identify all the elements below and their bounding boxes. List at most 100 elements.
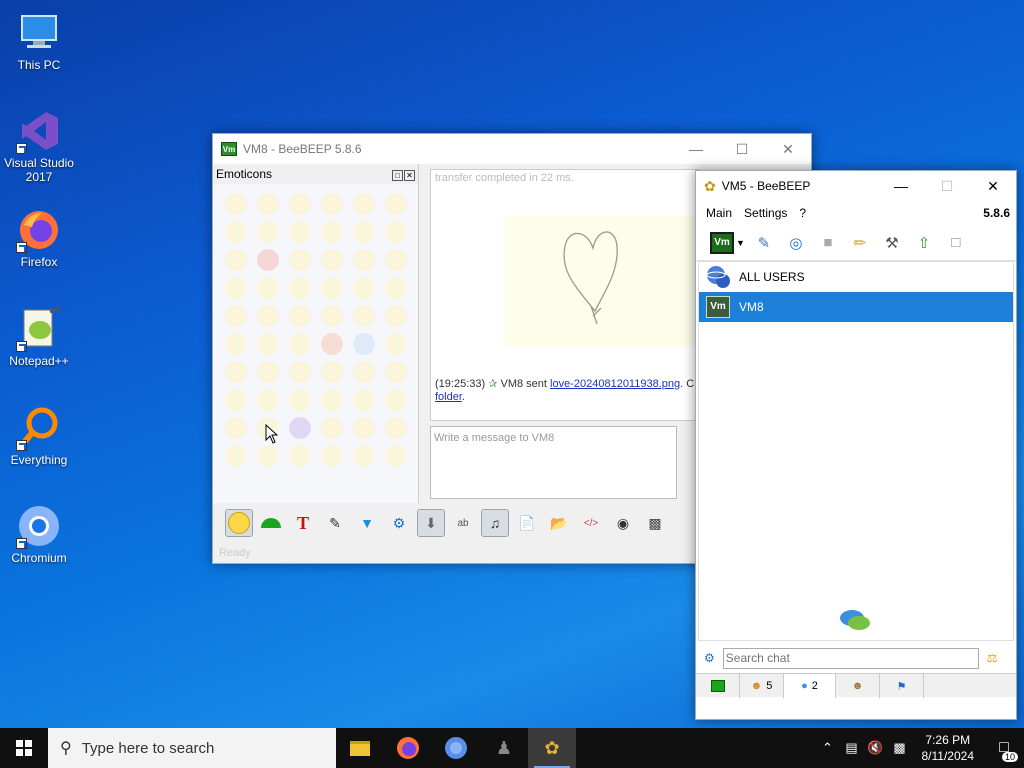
emoticon[interactable] xyxy=(385,445,407,467)
desktop-icon-this-pc[interactable]: This PC xyxy=(2,10,76,72)
network-button[interactable]: ◎ xyxy=(783,230,809,256)
emoticon[interactable] xyxy=(257,193,279,215)
tab-home[interactable] xyxy=(696,674,740,698)
emoticon[interactable] xyxy=(257,277,279,299)
emoticons-button[interactable] xyxy=(225,509,253,537)
language-icon[interactable]: ▩ xyxy=(888,740,912,756)
emoticon[interactable] xyxy=(289,277,311,299)
emoticon[interactable] xyxy=(289,249,311,271)
emoticon[interactable] xyxy=(353,249,375,271)
close-button[interactable]: ✕ xyxy=(970,171,1016,201)
message-input[interactable]: Write a message to VM8 xyxy=(430,426,677,499)
emoticon[interactable] xyxy=(257,445,279,467)
maximize-button[interactable]: ☐ xyxy=(924,171,970,201)
emoticon[interactable] xyxy=(321,361,343,383)
pen-button[interactable]: ✎ xyxy=(321,509,349,537)
emoticon[interactable] xyxy=(225,193,247,215)
emoticon[interactable] xyxy=(225,417,247,439)
emoticon[interactable] xyxy=(225,333,247,355)
more-button[interactable]: ▩ xyxy=(641,509,669,537)
taskbar-chromium[interactable] xyxy=(432,728,480,768)
folder-link[interactable]: folder xyxy=(435,391,462,403)
notifications-button[interactable]: □ 10 xyxy=(984,728,1024,768)
minimize-button[interactable]: — xyxy=(878,171,924,201)
emoticon[interactable] xyxy=(321,277,343,299)
emoticon[interactable] xyxy=(321,333,343,355)
save-button[interactable]: ⬇ xyxy=(417,509,445,537)
emoticon[interactable] xyxy=(385,305,407,327)
emoticon[interactable] xyxy=(225,361,247,383)
emoticon[interactable] xyxy=(289,305,311,327)
emoticon[interactable] xyxy=(225,249,247,271)
volume-muted-icon[interactable]: 🔇 xyxy=(864,740,888,756)
search-options-icon[interactable]: ⚙ xyxy=(704,651,715,665)
chevron-down-icon[interactable]: ▼ xyxy=(736,238,745,248)
taskbar-firefox[interactable] xyxy=(384,728,432,768)
emoticon[interactable] xyxy=(385,277,407,299)
desktop-icon-notepadpp[interactable]: Notepad++ xyxy=(2,306,76,368)
main-window-titlebar[interactable]: ✿ VM5 - BeeBEEP — ☐ ✕ xyxy=(696,171,1016,201)
emoticon[interactable] xyxy=(225,445,247,467)
tab-flags[interactable]: ⚑ xyxy=(880,674,924,698)
tools-button[interactable]: ⚒ xyxy=(879,230,905,256)
emoticon[interactable] xyxy=(289,445,311,467)
emoticon[interactable] xyxy=(321,445,343,467)
update-button[interactable]: ⇧ xyxy=(911,230,937,256)
clock[interactable]: 7:26 PM 8/11/2024 xyxy=(922,732,975,764)
filter-button[interactable]: ▼ xyxy=(353,509,381,537)
emoticon[interactable] xyxy=(353,445,375,467)
emoticon[interactable] xyxy=(321,305,343,327)
menu-main[interactable]: Main xyxy=(706,206,732,220)
font-button[interactable]: T xyxy=(289,509,317,537)
tab-chats[interactable]: ● 2 xyxy=(784,674,836,698)
close-panel-button[interactable]: ✕ xyxy=(404,170,415,181)
emoticon[interactable] xyxy=(385,193,407,215)
emoticon[interactable] xyxy=(385,249,407,271)
emoticon[interactable] xyxy=(225,221,247,243)
emoticon[interactable] xyxy=(289,389,311,411)
emoticon[interactable] xyxy=(321,249,343,271)
emoticon[interactable] xyxy=(385,361,407,383)
start-button[interactable] xyxy=(0,728,48,768)
received-image[interactable] xyxy=(505,216,699,346)
emoticon[interactable] xyxy=(257,249,279,271)
emoticon[interactable] xyxy=(225,389,247,411)
emoticon[interactable] xyxy=(385,389,407,411)
emoticon[interactable] xyxy=(385,417,407,439)
desktop-icon-visual-studio[interactable]: Visual Studio 2017 xyxy=(2,108,76,184)
open-folder-button[interactable]: ■ xyxy=(815,230,841,256)
float-panel-button[interactable]: □ xyxy=(392,170,403,181)
emoticon[interactable] xyxy=(257,221,279,243)
tab-users[interactable]: ☻ 5 xyxy=(740,674,784,698)
emoticon[interactable] xyxy=(353,417,375,439)
emoticon[interactable] xyxy=(353,333,375,355)
emoticon[interactable] xyxy=(321,193,343,215)
spellcheck-button[interactable]: ab xyxy=(449,509,477,537)
maximize-button[interactable]: ☐ xyxy=(719,134,765,164)
emoticon[interactable] xyxy=(353,361,375,383)
chat-window-titlebar[interactable]: Vm VM8 - BeeBEEP 5.8.6 — ☐ ✕ xyxy=(213,134,811,164)
taskbar-file-explorer[interactable] xyxy=(336,728,384,768)
emoticon[interactable] xyxy=(353,389,375,411)
desktop-icon-firefox[interactable]: Firefox xyxy=(2,207,76,269)
menu-help[interactable]: ? xyxy=(799,206,806,220)
desktop-icon-everything[interactable]: Everything xyxy=(2,405,76,467)
chevron-up-icon[interactable]: ⌃ xyxy=(816,740,840,756)
emoticon[interactable] xyxy=(257,361,279,383)
emoticon[interactable] xyxy=(289,193,311,215)
settings-button[interactable]: ⚙ xyxy=(385,509,413,537)
taskbar-beebeep[interactable]: ✿ xyxy=(528,728,576,768)
beebeep-main-window[interactable]: ✿ VM5 - BeeBEEP — ☐ ✕ Main Settings ? 5.… xyxy=(695,170,1017,720)
emoticon[interactable] xyxy=(321,417,343,439)
file-link[interactable]: love-20240812011938.png xyxy=(550,378,680,390)
emoticon[interactable] xyxy=(257,305,279,327)
emoticon[interactable] xyxy=(353,305,375,327)
emoticon[interactable] xyxy=(225,277,247,299)
close-button[interactable]: ✕ xyxy=(765,134,811,164)
emoticon[interactable] xyxy=(321,389,343,411)
emoticon[interactable] xyxy=(289,361,311,383)
menu-settings[interactable]: Settings xyxy=(744,206,787,220)
tab-groups[interactable]: ☻ xyxy=(836,674,880,698)
send-folder-button[interactable]: 📂 xyxy=(545,509,573,537)
code-button[interactable]: </> xyxy=(577,509,605,537)
